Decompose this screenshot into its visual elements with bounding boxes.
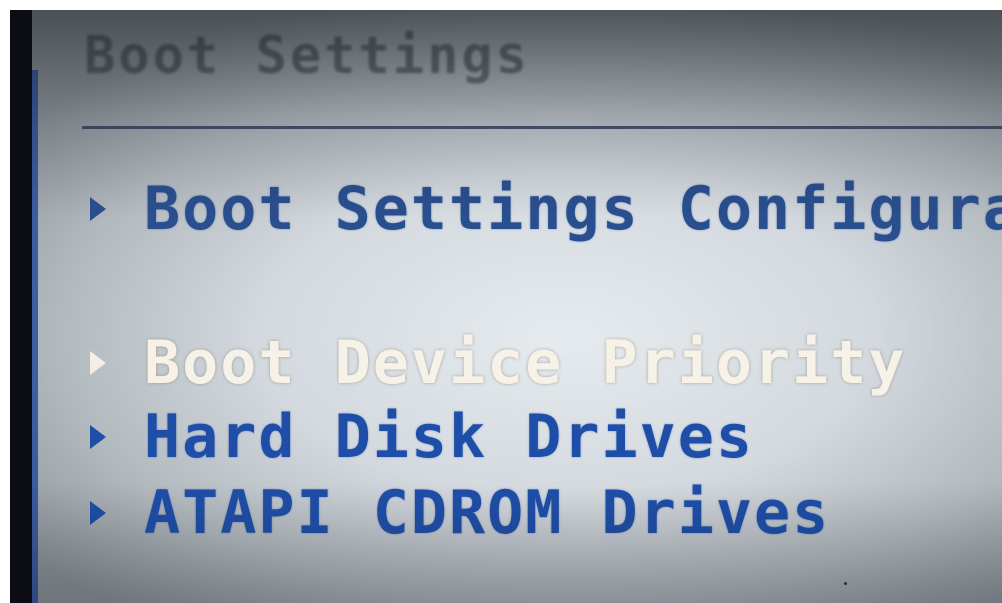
menu-item-hard-disk-drives[interactable]: Hard Disk Drives — [90, 402, 754, 472]
triangle-right-icon — [90, 197, 106, 221]
menu-item-atapi-cdrom-drives[interactable]: ATAPI CDROM Drives — [90, 478, 830, 548]
triangle-right-icon — [90, 425, 106, 449]
menu-item-label: ATAPI CDROM Drives — [144, 478, 831, 548]
triangle-right-icon — [90, 351, 106, 375]
left-border — [32, 70, 38, 603]
bios-screen: Boot Settings Boot Settings Configuratio… — [32, 10, 1002, 603]
triangle-right-icon — [90, 501, 106, 525]
photo-frame: Boot Settings Boot Settings Configuratio… — [10, 10, 1002, 603]
screen-speck — [844, 582, 847, 585]
menu-item-boot-settings-configuration[interactable]: Boot Settings Configuration — [90, 174, 1002, 244]
menu-item-label: Boot Device Priority — [144, 328, 907, 398]
menu-item-label: Hard Disk Drives — [144, 402, 754, 472]
header-divider — [82, 126, 1002, 129]
page-title: Boot Settings — [84, 26, 530, 86]
menu-item-label: Boot Settings Configuration — [144, 174, 1002, 244]
menu-item-boot-device-priority[interactable]: Boot Device Priority — [90, 328, 906, 398]
